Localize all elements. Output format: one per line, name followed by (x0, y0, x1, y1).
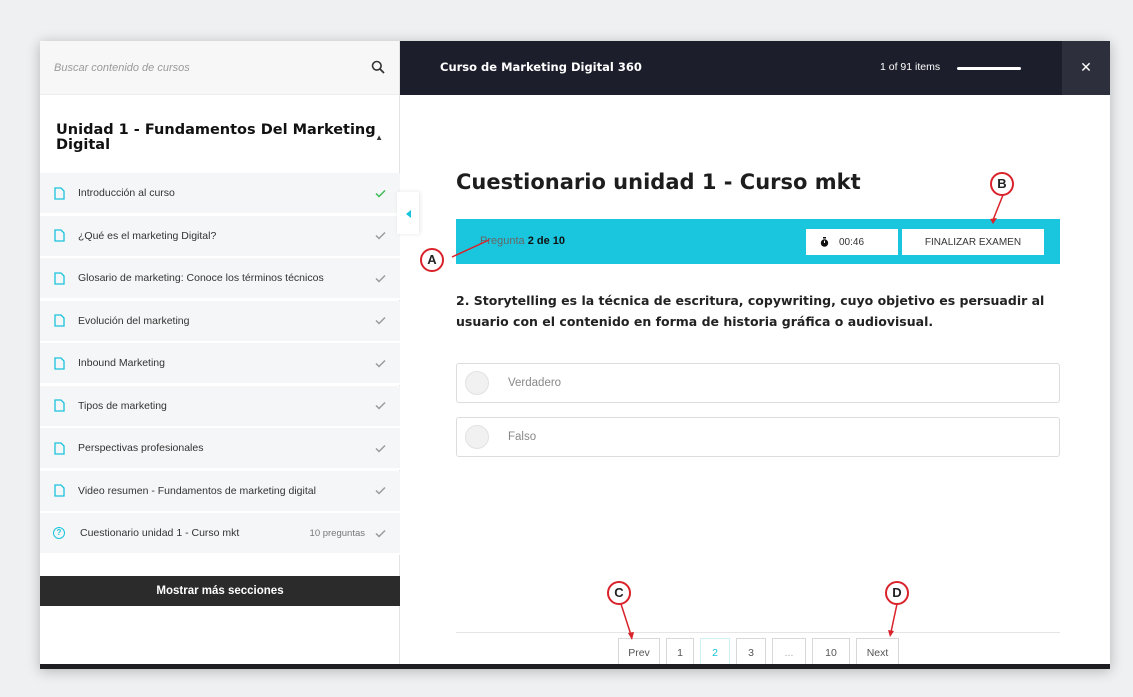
timer: 00:46 (806, 229, 898, 255)
lesson-label: Video resumen - Fundamentos de marketing… (78, 484, 316, 497)
close-button[interactable]: ✕ (1062, 41, 1110, 95)
quiz-status-bar: Pregunta 2 de 10 00:46 FINALIZAR EXAMEN (456, 219, 1060, 264)
question-text: 2. Storytelling es la técnica de escritu… (456, 293, 1045, 329)
search-icon[interactable] (371, 60, 385, 74)
sidebar-lesson-item[interactable]: Glosario de marketing: Conoce los términ… (40, 258, 400, 300)
search-bar (40, 41, 399, 95)
lesson-label: ¿Qué es el marketing Digital? (78, 229, 217, 242)
stopwatch-icon (820, 237, 829, 247)
radio-button[interactable] (465, 425, 489, 449)
window-bottom-edge (40, 664, 1110, 669)
items-count: 1 of 91 items (880, 61, 941, 73)
document-icon (54, 271, 65, 285)
question-counter: Pregunta 2 de 10 (480, 235, 565, 247)
question-counter-label: Pregunta (480, 235, 525, 247)
lesson-label: Evolución del marketing (78, 314, 190, 327)
search-input[interactable] (54, 57, 354, 79)
answer-option-false[interactable]: Falso (456, 417, 1060, 457)
lesson-meta: 10 preguntas (309, 527, 365, 539)
quiz-title: Cuestionario unidad 1 - Curso mkt (456, 170, 861, 194)
question-counter-value: 2 de 10 (527, 235, 566, 247)
annotation-marker-c: C (607, 581, 631, 605)
check-icon (375, 529, 386, 538)
document-icon (54, 186, 65, 200)
sidebar-lesson-item[interactable]: ? Cuestionario unidad 1 - Curso mkt 10 pre… (40, 513, 400, 555)
annotation-marker-d: D (885, 581, 909, 605)
pagination-divider (456, 632, 1060, 633)
progress-bar (957, 67, 1021, 70)
section-title: Unidad 1 - Fundamentos Del Marketing Dig… (56, 122, 376, 153)
document-icon (54, 484, 65, 497)
document-icon (54, 314, 65, 327)
lesson-label: Tipos de marketing (78, 399, 167, 412)
course-title: Curso de Marketing Digital 360 (440, 60, 642, 74)
sidebar-lesson-item[interactable]: Evolución del marketing (40, 300, 400, 343)
timer-value: 00:46 (839, 236, 865, 248)
sidebar-lesson-item[interactable]: Perspectivas profesionales (40, 428, 400, 470)
radio-button[interactable] (465, 371, 489, 395)
sidebar-lesson-item[interactable]: Video resumen - Fundamentos de marketing… (40, 470, 400, 513)
top-bar: Curso de Marketing Digital 360 1 of 91 i… (400, 41, 1110, 95)
annotation-marker-b: B (990, 172, 1014, 196)
sidebar-toggle[interactable] (397, 192, 419, 234)
sidebar-lesson-item[interactable]: Inbound Marketing (40, 343, 400, 385)
section-header[interactable]: Unidad 1 - Fundamentos Del Marketing Dig… (40, 95, 399, 173)
lesson-label: Perspectivas profesionales (78, 442, 204, 454)
check-icon (375, 316, 386, 325)
document-icon (54, 399, 65, 412)
question-circle-icon: ? (53, 527, 65, 539)
sidebar-lesson-item[interactable]: ¿Qué es el marketing Digital? (40, 215, 400, 258)
lesson-label: Glosario de marketing: Conoce los términ… (78, 272, 324, 284)
check-icon (375, 401, 386, 410)
answer-option-true[interactable]: Verdadero (456, 363, 1060, 403)
check-icon (375, 486, 386, 495)
caret-left-icon (406, 210, 411, 218)
check-icon (375, 444, 386, 453)
lesson-label: Inbound Marketing (78, 357, 165, 369)
document-icon (54, 229, 65, 242)
lesson-label: Cuestionario unidad 1 - Curso mkt (80, 527, 240, 539)
document-icon (54, 441, 65, 455)
answer-label: Verdadero (508, 377, 562, 389)
course-sidebar: Unidad 1 - Fundamentos Del Marketing Dig… (40, 41, 400, 664)
sidebar-lesson-item[interactable]: Introducción al curso (40, 173, 400, 215)
caret-up-icon[interactable]: ▲ (375, 133, 383, 142)
check-icon (375, 359, 386, 368)
sidebar-lesson-item[interactable]: Tipos de marketing (40, 385, 400, 428)
document-icon (54, 356, 65, 370)
show-more-sections-button[interactable]: Mostrar más secciones (40, 576, 400, 606)
annotation-marker-a: A (420, 248, 444, 272)
lesson-label: Introducción al curso (78, 187, 175, 199)
course-player-window: Unidad 1 - Fundamentos Del Marketing Dig… (40, 41, 1110, 669)
check-icon (375, 274, 386, 283)
check-icon (375, 189, 386, 198)
check-icon (375, 231, 386, 240)
answer-label: Falso (508, 431, 537, 443)
finish-exam-button[interactable]: FINALIZAR EXAMEN (902, 229, 1044, 255)
